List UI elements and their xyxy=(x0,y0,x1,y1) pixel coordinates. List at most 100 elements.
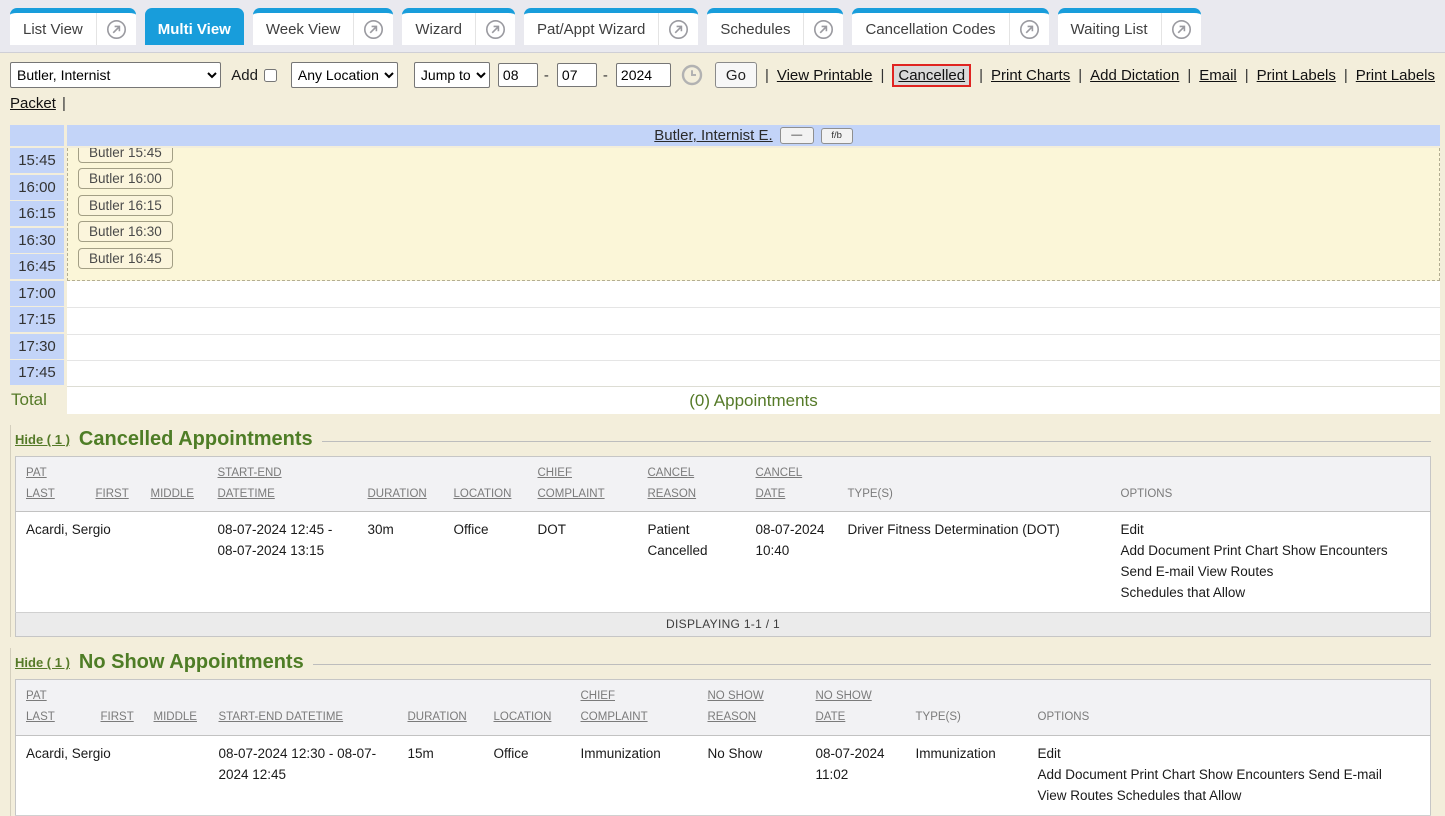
tab-multi-view[interactable]: Multi View xyxy=(145,8,244,45)
col-first[interactable]: FIRST xyxy=(86,457,141,512)
tab-schedules[interactable]: Schedules xyxy=(707,8,843,45)
slot-button-1630[interactable]: Butler 16:30 xyxy=(78,221,173,242)
heading-rule xyxy=(322,441,1431,442)
time-label: 17:45 xyxy=(10,360,64,385)
date-year-input[interactable] xyxy=(616,63,671,87)
open-new-window-icon[interactable] xyxy=(353,13,393,45)
tab-cancellation-codes[interactable]: Cancellation Codes xyxy=(852,8,1048,45)
print-labels-link[interactable]: Print Labels xyxy=(1257,67,1336,84)
patient-name: Acardi, Sergio xyxy=(16,512,86,613)
separator: | xyxy=(1187,67,1191,84)
col-start-end[interactable]: START-END DATETIME xyxy=(208,457,358,512)
time-label: 16:15 xyxy=(10,201,64,226)
slot-button-1600[interactable]: Butler 16:00 xyxy=(78,168,173,189)
open-new-window-icon[interactable] xyxy=(658,13,698,45)
col-pat-last[interactable]: PAT LAST xyxy=(16,680,91,735)
col-pat-last[interactable]: PAT LAST xyxy=(16,457,86,512)
option-links[interactable]: Edit xyxy=(1121,520,1427,541)
patient-middle xyxy=(141,512,208,613)
col-first[interactable]: FIRST xyxy=(91,680,144,735)
cancelled-appointments-table: PAT LAST FIRST MIDDLE START-END DATETIME… xyxy=(15,456,1431,637)
separator: | xyxy=(979,67,983,84)
open-new-window-icon[interactable] xyxy=(96,13,136,45)
option-links[interactable]: Schedules that Allow xyxy=(1121,583,1427,604)
col-cancel-reason[interactable]: CANCEL REASON xyxy=(638,457,746,512)
col-middle[interactable]: MIDDLE xyxy=(144,680,209,735)
time-label: 16:30 xyxy=(10,228,64,253)
separator: | xyxy=(880,67,884,84)
tab-waiting-list[interactable]: Waiting List xyxy=(1058,8,1201,45)
col-cancel-date[interactable]: CANCEL DATE xyxy=(746,457,838,512)
row-divider xyxy=(67,307,1440,308)
slot-button-1545[interactable]: Butler 15:45 xyxy=(78,148,173,163)
provider-header-link[interactable]: Butler, Internist E. xyxy=(654,127,772,144)
no-show-section-title: No Show Appointments xyxy=(79,651,304,674)
fb-toggle-button[interactable]: f/b xyxy=(821,128,853,144)
col-chief-complaint[interactable]: CHIEF COMPLAINT xyxy=(571,680,698,735)
col-chief-complaint[interactable]: CHIEF COMPLAINT xyxy=(528,457,638,512)
minimize-column-button[interactable]: — xyxy=(780,127,814,144)
hide-cancelled-link[interactable]: Hide ( 1 ) xyxy=(15,432,70,447)
options-cell: Edit Add Document Print Chart Show Encou… xyxy=(1028,735,1431,815)
tab-list-view[interactable]: List View xyxy=(10,8,136,45)
option-links[interactable]: Add Document Print Chart Show Encounters xyxy=(1121,541,1427,562)
print-labels-packet-link[interactable]: Print Labels xyxy=(1356,67,1435,84)
option-links[interactable]: View Routes Schedules that Allow xyxy=(1038,786,1427,807)
cancelled-appointment-row: Acardi, Sergio 08-07-2024 12:45 - 08-07-… xyxy=(16,512,1431,613)
slot-button-1645[interactable]: Butler 16:45 xyxy=(78,248,173,269)
go-button[interactable]: Go xyxy=(715,62,757,88)
tab-week-view[interactable]: Week View xyxy=(253,8,393,45)
location-select[interactable]: Any Location xyxy=(291,62,398,88)
total-appointments-count: (0) Appointments xyxy=(67,387,1440,414)
date-month-input[interactable] xyxy=(498,63,538,87)
col-location[interactable]: LOCATION xyxy=(444,457,528,512)
slot-button-1615[interactable]: Butler 16:15 xyxy=(78,195,173,216)
option-links[interactable]: Add Document Print Chart Show Encounters… xyxy=(1038,765,1427,786)
provider-select[interactable]: Butler, Internist xyxy=(10,62,221,88)
cancel-reason: Patient Cancelled xyxy=(638,512,746,613)
appointment-types: Driver Fitness Determination (DOT) xyxy=(838,512,1111,613)
separator: | xyxy=(1245,67,1249,84)
open-new-window-icon[interactable] xyxy=(1161,13,1201,45)
jump-to-select[interactable]: Jump to xyxy=(414,62,490,88)
print-labels-packet-link[interactable]: Packet xyxy=(10,95,56,112)
separator: | xyxy=(62,95,66,112)
date-day-input[interactable] xyxy=(557,63,597,87)
options-cell: Edit Add Document Print Chart Show Encou… xyxy=(1111,512,1431,613)
provider-column-header: Butler, Internist E. — f/b xyxy=(67,125,1440,146)
clock-icon[interactable] xyxy=(681,64,703,86)
tab-pat-appt-wizard[interactable]: Pat/Appt Wizard xyxy=(524,8,698,45)
patient-middle xyxy=(144,735,209,815)
col-no-show-reason[interactable]: NO SHOW REASON xyxy=(698,680,806,735)
no-show-appointments-table: PAT LAST FIRST MIDDLE START-END DATETIME… xyxy=(15,679,1431,816)
print-charts-link[interactable]: Print Charts xyxy=(991,67,1070,84)
col-types: TYPE(S) xyxy=(906,680,1028,735)
col-no-show-date[interactable]: NO SHOW DATE xyxy=(806,680,906,735)
open-new-window-icon[interactable] xyxy=(475,13,515,45)
no-show-appointments-section: Hide ( 1 ) No Show Appointments PAT LAST… xyxy=(10,648,1431,816)
open-new-window-icon[interactable] xyxy=(1009,13,1049,45)
duration: 30m xyxy=(358,512,444,613)
patient-name: Acardi, Sergio xyxy=(16,735,91,815)
option-links[interactable]: Send E-mail View Routes xyxy=(1121,562,1427,583)
time-label: 16:00 xyxy=(10,175,64,200)
tab-wizard[interactable]: Wizard xyxy=(402,8,515,45)
add-dictation-link[interactable]: Add Dictation xyxy=(1090,67,1179,84)
email-link[interactable]: Email xyxy=(1199,67,1237,84)
add-checkbox[interactable] xyxy=(264,68,277,83)
hide-no-show-link[interactable]: Hide ( 1 ) xyxy=(15,655,70,670)
table-header-row: PAT LAST FIRST MIDDLE START-END DATETIME… xyxy=(16,457,1431,512)
total-label: Total xyxy=(10,387,64,414)
time-column-header xyxy=(10,125,64,146)
view-printable-link[interactable]: View Printable xyxy=(777,67,873,84)
col-location[interactable]: LOCATION xyxy=(484,680,571,735)
col-duration[interactable]: DURATION xyxy=(398,680,484,735)
col-middle[interactable]: MIDDLE xyxy=(141,457,208,512)
col-options: OPTIONS xyxy=(1028,680,1431,735)
open-new-window-icon[interactable] xyxy=(803,13,843,45)
col-duration[interactable]: DURATION xyxy=(358,457,444,512)
cancelled-link[interactable]: Cancelled xyxy=(892,64,971,87)
col-start-end[interactable]: START-END DATETIME xyxy=(209,680,398,735)
heading-rule xyxy=(313,664,1431,665)
option-links[interactable]: Edit xyxy=(1038,744,1427,765)
